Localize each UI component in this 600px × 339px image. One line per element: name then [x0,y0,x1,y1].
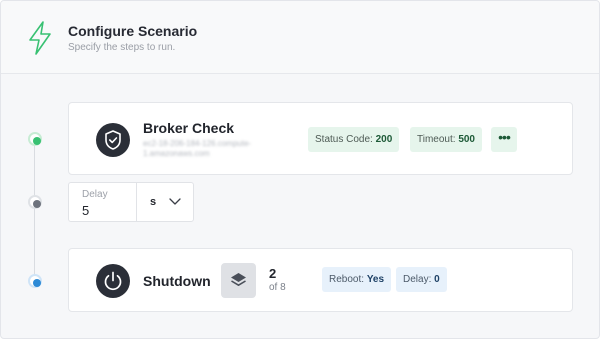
step-card-shutdown[interactable]: Shutdown 2 of 8 Reboot: Yes Delay: 0 [68,248,573,312]
delay-unit-value: s [150,196,157,208]
layers-icon [231,273,246,286]
step-card-broker-check[interactable]: Broker Check ec2-18-206-184-126.compute-… [68,102,573,175]
step-name: Shutdown [143,273,211,289]
chevron-down-icon [169,198,181,205]
page-subtitle: Specify the steps to run. [68,42,176,53]
power-icon [96,264,130,298]
step-host: ec2-18-206-184-126.compute-1.amazonaws.c… [143,139,252,158]
target-total: of 8 [269,282,286,293]
status-code-value: 200 [375,134,393,145]
delay-label: Delay [82,189,108,200]
more-options-button[interactable]: ••• [491,127,517,152]
timeout-label: Timeout: [417,134,456,145]
timeout-value: 500 [458,134,475,145]
step-status-dot-delay [28,195,42,209]
status-code-tag[interactable]: Status Code: 200 [308,127,400,152]
panel-header: Configure Scenario Specify the steps to … [1,1,599,74]
delay-unit-select[interactable]: s [137,183,193,221]
timeout-tag[interactable]: Timeout: 500 [410,127,482,152]
scenario-panel: Configure Scenario Specify the steps to … [0,0,600,339]
reboot-label: Reboot: [329,274,365,285]
lightning-bolt-icon [29,21,51,55]
status-code-label: Status Code: [315,134,373,145]
shield-check-icon [96,123,130,157]
delay-tag[interactable]: Delay: 0 [396,267,447,292]
step-status-dot-success [28,132,42,146]
delay-tag-label: Delay: [403,274,432,285]
layers-button[interactable] [221,263,256,298]
timeline-line [34,139,35,281]
delay-step: Delay 5 s [68,182,194,222]
delay-input[interactable]: 5 [82,203,89,218]
delay-tag-value: 0 [434,274,440,285]
target-count: 2 [269,266,277,281]
page-title: Configure Scenario [68,23,198,39]
reboot-value: Yes [366,274,385,285]
reboot-tag[interactable]: Reboot: Yes [322,267,392,292]
step-status-dot-pending [28,274,42,288]
step-name: Broker Check [143,120,235,136]
